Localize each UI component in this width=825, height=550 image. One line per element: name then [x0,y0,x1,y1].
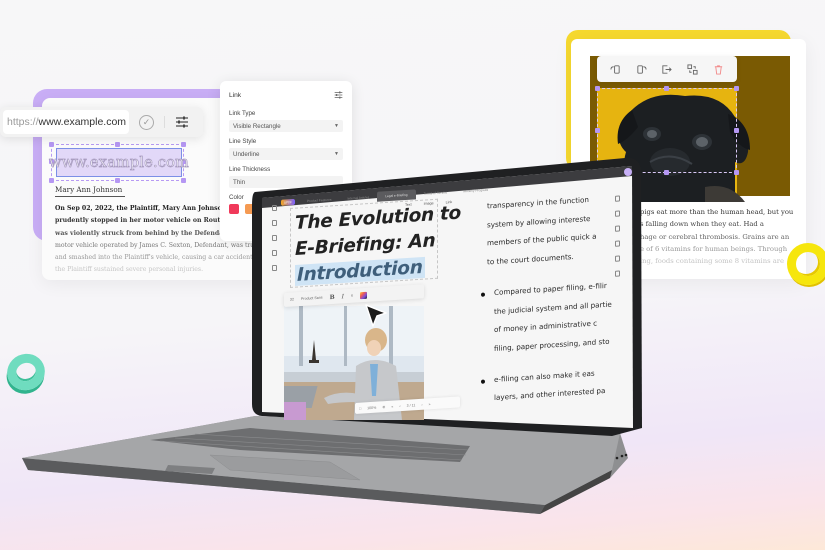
rotate-right-icon[interactable] [636,64,647,75]
text-line: s falling down when they eat. Had a [640,220,764,229]
caret-down-icon: ▼ [334,151,339,157]
text-line: pigs eat more than the human head, but y… [640,208,794,216]
ocr-icon[interactable] [614,210,620,217]
protect-icon[interactable] [614,240,620,247]
resize-handle[interactable] [595,128,600,133]
resize-handle[interactable] [664,170,669,175]
text-line: the Plaintiff sustained severe personal … [55,266,204,274]
text-line: and smashed into the Plaintiff's vehicle… [55,254,261,262]
text-line: ing, foods containing some 8 vitamins ar… [640,257,785,266]
resize-handle[interactable] [734,86,739,91]
italic-button[interactable]: I [342,293,344,300]
select-value: Underline [233,150,260,158]
page-indicator[interactable]: 3 / 11 [407,403,416,408]
resize-handle[interactable] [49,142,54,147]
line-style-label: Line Style [229,138,257,145]
line-thickness-label: Line Thickness [229,166,271,173]
title-selected-word: Introduction [295,256,425,286]
color-swatch-red[interactable] [229,204,239,214]
resize-handle[interactable] [181,142,186,147]
sliders-icon[interactable] [175,116,189,128]
replace-icon[interactable] [687,63,698,75]
document-title[interactable]: The Evolution to E-Briefing: An Introduc… [295,201,461,289]
divider [164,116,165,128]
url-input[interactable]: https:// www.example.com [3,110,129,134]
delete-icon[interactable] [713,64,724,75]
tab-terms-of-service[interactable]: Terms of Service [416,187,456,199]
share-icon[interactable] [614,255,620,262]
link-rectangle[interactable]: www.example.com [49,148,189,177]
zoom-select[interactable]: 100% [367,405,376,410]
decorative-green-ring [1,347,51,397]
next-page-icon[interactable]: › [421,402,422,406]
text-line: motor vehicle operated by James C. Sexto… [55,241,274,249]
edit-icon[interactable] [271,250,277,256]
link-type-label: Link Type [229,110,256,117]
color-swatch-orange[interactable] [245,204,255,214]
url-host: www.example.com [38,116,127,128]
image-selection-box[interactable] [597,88,737,173]
resize-handle[interactable] [115,142,120,147]
resize-handle[interactable] [734,170,739,175]
select-value: Thin [233,178,246,186]
resize-handle[interactable] [49,178,54,183]
right-sidebar [612,185,622,426]
sliders-icon[interactable] [334,91,343,99]
last-page-icon[interactable]: » [429,402,431,406]
document-body-text: transparency in the function system by a… [478,190,613,410]
text-line: e of 6 vitamins for human beings. Throug… [640,244,788,253]
mouse-cursor-icon [365,304,387,327]
resize-handle[interactable] [734,128,739,133]
align-button[interactable]: ≡ [351,294,353,298]
line-style-select[interactable]: Underline ▼ [229,148,343,160]
check-circle-icon[interactable]: ✓ [139,114,154,130]
link-type-select[interactable]: Visible Rectangle ▼ [229,120,343,132]
signature-name: Mary Ann Johnson [55,185,125,197]
page-icon[interactable] [271,205,277,211]
resize-handle[interactable] [181,178,186,183]
bold-button[interactable]: B [330,293,335,300]
convert-icon[interactable] [614,225,620,232]
url-scheme: https:// [7,116,39,128]
comment-icon[interactable] [271,235,277,241]
organize-icon[interactable] [271,265,277,271]
save-icon[interactable] [614,270,620,277]
app-logo: UPDF [281,198,295,206]
left-sidebar [269,205,279,415]
select-value: Visible Rectangle [233,122,281,130]
image-caption-text: pigs eat more than the human head, but y… [640,206,800,267]
caret-down-icon: ▼ [334,123,339,129]
prev-page-icon[interactable]: ‹ [399,404,400,408]
panel-title: Link [229,91,242,99]
rotate-left-icon[interactable] [610,64,621,75]
image-toolbar [597,56,737,82]
tab-monthly-progress[interactable]: Monthly Progress [455,184,496,197]
fit-icon[interactable]: □ [359,406,361,410]
resize-handle[interactable] [664,86,669,91]
text-line: hage or cerebral thrombosis. Grains are … [640,232,790,241]
decorative-yellow-ring [787,243,825,285]
font-size-select[interactable]: 32 [290,297,294,301]
resize-handle[interactable] [595,86,600,91]
search-icon[interactable] [614,195,620,202]
bookmark-icon[interactable] [271,220,277,226]
extract-icon[interactable] [661,64,673,75]
resize-handle[interactable] [115,178,120,183]
line-thickness-select[interactable]: Thin [229,176,343,188]
text-color-button[interactable] [360,291,368,299]
font-name-select[interactable]: Product Sans [301,296,323,301]
url-bar: https:// www.example.com ✓ [0,107,203,137]
zoom-in-icon[interactable]: ⊕ [382,405,385,409]
first-page-icon[interactable]: « [391,404,393,408]
